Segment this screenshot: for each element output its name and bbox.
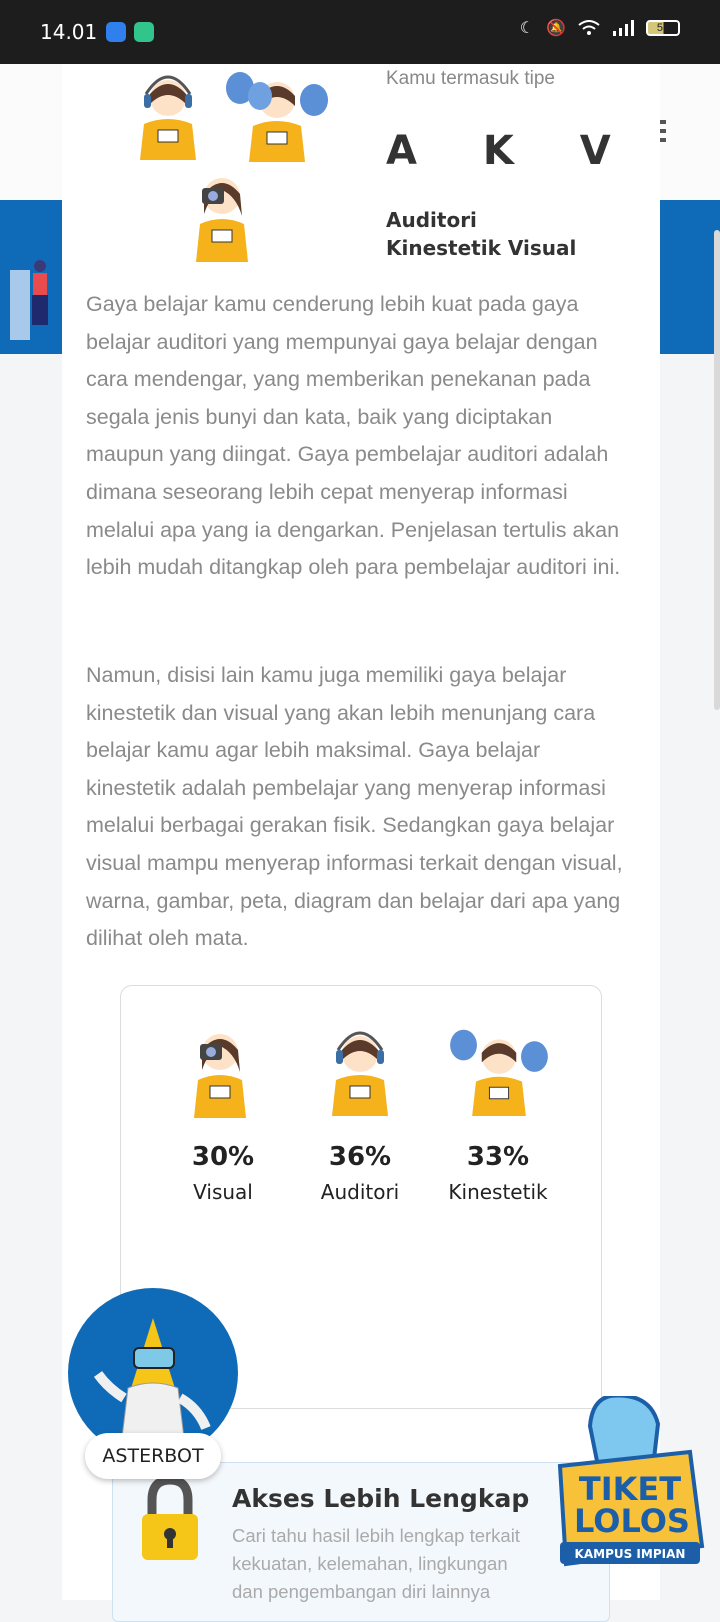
visual-stat-character-icon — [194, 1034, 246, 1118]
lock-icon — [142, 1476, 198, 1560]
access-description: Cari tahu hasil lebih lengkap terkait ke… — [232, 1525, 520, 1602]
kinesthetic-stat-character-icon — [450, 1029, 548, 1116]
scrollbar[interactable] — [714, 230, 720, 710]
battery-icon: 51 — [646, 20, 680, 36]
stat-percent: 33% — [466, 1142, 530, 1172]
stat-label: Visual — [193, 1180, 253, 1204]
type-intro-text: Kamu termasuk tipe — [386, 68, 555, 89]
chat-notification-icon — [134, 22, 154, 42]
kinesthetic-character-icon — [226, 72, 328, 162]
auditory-character-icon — [140, 75, 196, 160]
description-paragraph-2: Namun, disisi lain kamu juga memiliki ga… — [86, 663, 623, 951]
status-bar: 14.01 ☾ 🔕 51 — [0, 0, 720, 64]
mute-icon: 🔕 — [546, 20, 566, 37]
app-notification-icon — [106, 22, 126, 42]
visual-character-icon — [196, 178, 248, 262]
stat-label: Auditori — [320, 1180, 400, 1204]
auditory-stat-character-icon — [332, 1031, 388, 1116]
access-title: Akses Lebih Lengkap — [232, 1484, 530, 1513]
wifi-icon — [578, 20, 600, 35]
learning-type-code: A K V — [386, 128, 637, 174]
stat-kinesthetic: 33% Kinestetik — [438, 1142, 558, 1204]
stat-auditory: 36% Auditori — [300, 1142, 420, 1204]
tiket-lolos-promo-badge[interactable]: TIKET LOLOS KAMPUS IMPIAN — [540, 1396, 710, 1596]
stat-percent: 30% — [191, 1142, 255, 1172]
learning-type-name: Auditori Kinestetik Visual — [386, 208, 577, 260]
stat-percent: 36% — [328, 1142, 392, 1172]
promo-line-2: LOLOS — [574, 1502, 690, 1540]
promo-line-3: KAMPUS IMPIAN — [575, 1547, 686, 1561]
stat-visual: 30% Visual — [163, 1142, 283, 1204]
description-paragraph-1: Gaya belajar kamu cenderung lebih kuat p… — [86, 292, 621, 580]
background-illustration — [10, 260, 48, 340]
stat-label: Kinestetik — [448, 1180, 548, 1204]
clock: 14.01 — [40, 20, 98, 44]
asterbot-label[interactable]: ASTERBOT — [85, 1433, 221, 1479]
moon-icon: ☾ — [519, 20, 535, 37]
signal-icon — [613, 20, 634, 36]
